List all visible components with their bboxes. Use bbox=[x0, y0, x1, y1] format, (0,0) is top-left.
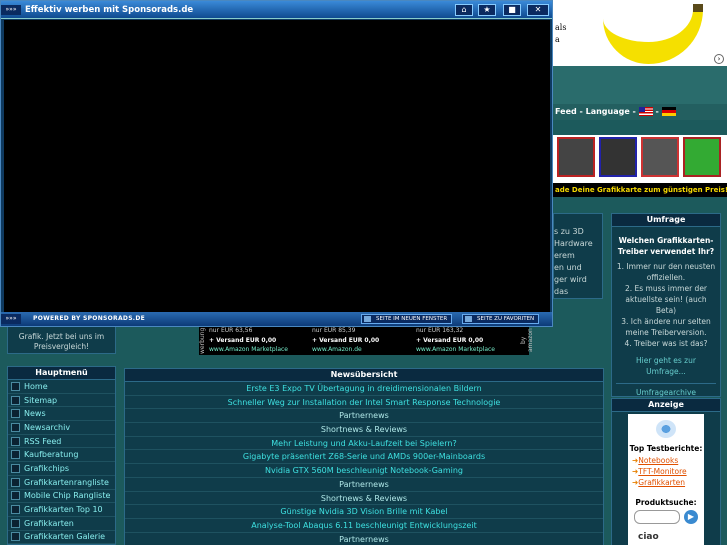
price-compare-line: Grafik. Jetzt bei uns im bbox=[18, 332, 105, 341]
news-item[interactable]: Günstige Nvidia 3D Vision Brille mit Kab… bbox=[125, 505, 603, 519]
popup-content-area[interactable] bbox=[4, 20, 550, 312]
header-strip bbox=[553, 66, 727, 104]
news-item[interactable]: Partnernews bbox=[125, 533, 603, 545]
amazon-offer[interactable]: nur EUR 63,56 + Versand EUR 0,00 www.Ama… bbox=[209, 326, 288, 355]
menu-item-grafikkartenrangliste[interactable]: Grafikkartenrangliste bbox=[8, 476, 115, 490]
banner-text: als a bbox=[555, 23, 567, 44]
poll-archive-link[interactable]: Umfragearchive bbox=[616, 383, 716, 398]
powered-by-label: POWERED BY SPONSORADS.DE bbox=[33, 315, 146, 322]
menu-item-grafikchips[interactable]: Grafikchips bbox=[8, 462, 115, 476]
popup-footer: »»» POWERED BY SPONSORADS.DE SEITE IM NE… bbox=[1, 312, 552, 326]
popup-title: Effektiv werben mit Sponsorads.de bbox=[25, 5, 194, 15]
poll-title: Umfrage bbox=[611, 213, 721, 227]
restore-button[interactable]: ■ bbox=[503, 4, 521, 16]
search-go-button[interactable]: ▶ bbox=[684, 510, 698, 524]
ad-title: Anzeige bbox=[611, 398, 721, 412]
menu-item-top10[interactable]: Grafikkarten Top 10 bbox=[8, 503, 115, 517]
banana-stem bbox=[693, 4, 703, 12]
price-compare-line: Preisvergleich! bbox=[33, 342, 90, 351]
menu-item-home[interactable]: Home bbox=[8, 380, 115, 394]
menu-item-sitemap[interactable]: Sitemap bbox=[8, 394, 115, 408]
poll-panel: Umfrage Welchen Grafikkarten-Treiber ver… bbox=[611, 213, 721, 397]
news-title: Newsübersicht bbox=[124, 368, 604, 382]
news-item[interactable]: Erste E3 Expo TV Übertagung in dreidimen… bbox=[125, 382, 603, 396]
amazon-side-label: werbung bbox=[199, 327, 206, 354]
news-overview: Newsübersicht Erste E3 Expo TV Übertagun… bbox=[124, 368, 604, 545]
poll-option: 1. Immer nur den neusten offiziellen. bbox=[616, 262, 716, 282]
news-item[interactable]: Nvidia GTX 560M beschleunigt Notebook-Ga… bbox=[125, 464, 603, 478]
menu-item-rss-feed[interactable]: RSS Feed bbox=[8, 435, 115, 449]
menu-item-galerie[interactable]: Grafikkarten Galerie bbox=[8, 531, 115, 545]
amazon-side-label: by amazon bbox=[520, 328, 534, 353]
snippet-line: s zu 3D bbox=[554, 227, 584, 236]
us-flag-icon[interactable] bbox=[638, 107, 653, 116]
review-link[interactable]: ➜TFT-Monitore bbox=[632, 466, 704, 477]
poll-option: 3. Ich ändere nur selten meine Treiberve… bbox=[621, 317, 711, 337]
amazon-ad-strip[interactable]: werbung nur EUR 63,56 + Versand EUR 0,00… bbox=[199, 326, 534, 355]
gpu-ad-banner[interactable]: ade Deine Grafikkarte zum günstigen Prei… bbox=[553, 135, 727, 197]
home-button[interactable]: ⌂ bbox=[455, 4, 473, 16]
gpu-card-image bbox=[557, 137, 595, 177]
gpu-card-image bbox=[599, 137, 637, 177]
open-new-window-button[interactable]: SEITE IM NEUEN FENSTER bbox=[361, 314, 453, 324]
product-search-input[interactable] bbox=[634, 510, 680, 524]
product-search-label: Produktsuche: bbox=[635, 498, 697, 507]
price-compare-box[interactable]: Grafik. Jetzt bei uns im Preisvergleich! bbox=[7, 324, 116, 354]
menu-item-newsarchiv[interactable]: Newsarchiv bbox=[8, 421, 115, 435]
amazon-offer[interactable]: nur EUR 85,39 + Versand EUR 0,00 www.Ama… bbox=[312, 326, 379, 355]
german-flag-icon[interactable] bbox=[661, 107, 676, 116]
popup-titlebar[interactable]: »»» Effektiv werben mit Sponsorads.de ⌂ … bbox=[1, 1, 552, 19]
ciao-brand: ciao bbox=[638, 532, 659, 542]
banner-next-arrow-icon[interactable]: › bbox=[714, 54, 724, 64]
news-item[interactable]: Analyse-Tool Abaqus 6.11 beschleunigt En… bbox=[125, 519, 603, 533]
menu-item-grafikkarten[interactable]: Grafikkarten bbox=[8, 517, 115, 531]
main-menu: Hauptmenü Home Sitemap News Newsarchiv R… bbox=[7, 366, 116, 545]
top-reviews-title: Top Testberichte: bbox=[629, 444, 703, 453]
news-item[interactable]: Partnernews bbox=[125, 478, 603, 492]
ad-panel: Anzeige Top Testberichte: ➜Notebooks ➜TF… bbox=[611, 398, 721, 545]
gpu-banner-caption: ade Deine Grafikkarte zum günstigen Prei… bbox=[553, 183, 727, 197]
news-item[interactable]: Mehr Leistung und Akku-Laufzeit bei Spie… bbox=[125, 437, 603, 451]
poll-option: 4. Treiber was ist das? bbox=[624, 339, 708, 348]
language-bar: Feed - Language - - bbox=[553, 104, 727, 120]
banana-ad-banner[interactable]: als a › bbox=[553, 0, 727, 66]
sponsorads-popup: »»» Effektiv werben mit Sponsorads.de ⌂ … bbox=[0, 0, 553, 327]
news-item[interactable]: Schneller Weg zur Installation der Intel… bbox=[125, 396, 603, 410]
poll-link[interactable]: Hier geht es zur Umfrage... bbox=[616, 355, 716, 377]
snippet-line: en und bbox=[554, 263, 582, 272]
snippet-line: erem bbox=[554, 251, 575, 260]
review-link[interactable]: ➜Grafikkarten bbox=[632, 477, 704, 488]
gpu-card-image bbox=[641, 137, 679, 177]
gpu-card-image bbox=[683, 137, 721, 177]
review-link[interactable]: ➜Notebooks bbox=[632, 455, 704, 466]
popup-arrows-icon: »»» bbox=[1, 5, 21, 15]
amazon-offer[interactable]: nur EUR 163,32 + Versand EUR 0,00 www.Am… bbox=[416, 326, 495, 355]
flag-separator: - bbox=[655, 107, 659, 116]
snippet-line: ger wird das bbox=[554, 275, 587, 296]
poll-question: Welchen Grafikkarten-Treiber verwendet I… bbox=[617, 236, 715, 256]
close-button[interactable]: ✕ bbox=[527, 4, 549, 16]
poll-option: 2. Es muss immer der aktuellste sein! (a… bbox=[624, 284, 708, 315]
popup-footer-arrows-icon: »»» bbox=[1, 314, 21, 324]
news-item[interactable]: Shortnews & Reviews bbox=[125, 492, 603, 506]
news-item[interactable]: Partnernews bbox=[125, 409, 603, 424]
article-snippet: s zu 3D Hardware erem en und ger wird da… bbox=[553, 213, 603, 299]
add-favorites-button[interactable]: SEITE ZU FAVORITEN bbox=[462, 314, 540, 324]
feed-language-label: Feed - Language - bbox=[555, 107, 636, 116]
gpu-card-images bbox=[553, 137, 727, 181]
favorite-star-button[interactable]: ★ bbox=[478, 4, 496, 16]
news-item[interactable]: Shortnews & Reviews bbox=[125, 423, 603, 437]
ciao-logo-icon bbox=[656, 420, 676, 438]
news-item[interactable]: Gigabyte präsentiert Z68-Serie und AMDs … bbox=[125, 450, 603, 465]
banana-image bbox=[603, 6, 703, 64]
main-menu-title: Hauptmenü bbox=[7, 366, 116, 380]
menu-item-news[interactable]: News bbox=[8, 407, 115, 422]
menu-item-kaufberatung[interactable]: Kaufberatung bbox=[8, 448, 115, 463]
menu-item-mobile-chip-rangliste[interactable]: Mobile Chip Rangliste bbox=[8, 490, 115, 504]
snippet-line: Hardware bbox=[554, 239, 593, 248]
